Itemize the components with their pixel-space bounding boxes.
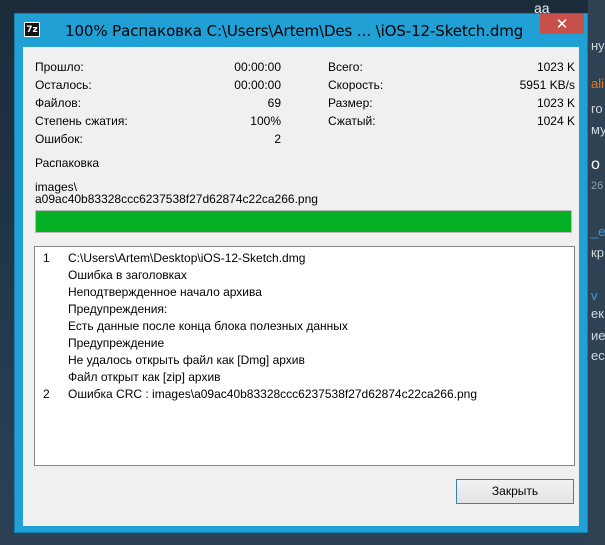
list-item[interactable]: Неподтвержденное начало архива (35, 285, 574, 299)
list-item[interactable]: 2 Ошибка CRC : images\a09ac40b83328ccc62… (35, 387, 574, 401)
stat-errors-label: Ошибок: (35, 132, 83, 146)
stat-total-value: 1023 K (536, 60, 575, 74)
background-fragment: _e (591, 224, 605, 239)
log-item-text: Есть данные после конца блока полезных д… (68, 319, 348, 333)
progress-fill (36, 211, 571, 232)
stat-total-label: Всего: (328, 60, 363, 74)
log-item-text: Ошибка в заголовках (68, 268, 187, 282)
stat-packed-value: 1024 K (536, 114, 575, 128)
background-fragment: му (591, 122, 605, 137)
operation-label: Распаковка (35, 156, 100, 170)
background-fragment: 26 (591, 180, 604, 192)
log-item-text: Предупреждение (68, 336, 165, 350)
close-button[interactable]: Закрыть (456, 479, 574, 504)
background-fragment: o (591, 156, 600, 173)
log-item-text: Ошибка CRC : images\a09ac40b83328ccc6237… (68, 387, 478, 401)
stat-files-value: 69 (267, 96, 281, 110)
background-fragment: ие (591, 328, 605, 343)
background-fragment: ест (591, 348, 605, 363)
message-log-list[interactable]: 1 C:\Users\Artem\Desktop\iOS-12-Sketch.d… (34, 246, 575, 466)
list-item[interactable]: Ошибка в заголовках (35, 268, 574, 282)
background-fragment: ali (591, 76, 605, 91)
7zip-app-icon[interactable]: 7z (24, 22, 40, 37)
stat-elapsed-value: 00:00:00 (234, 60, 281, 74)
dialog-client-area: Прошло: 00:00:00 Осталось: 00:00:00 Файл… (23, 47, 579, 526)
title-bar[interactable]: 7z 100% Распаковка C:\Users\Artem\Des ..… (15, 14, 587, 47)
stat-remaining-label: Осталось: (35, 78, 92, 92)
background-fragment: ro (591, 101, 603, 116)
list-item[interactable]: Предупреждение (35, 336, 574, 350)
log-item-text: C:\Users\Artem\Desktop\iOS-12-Sketch.dmg (68, 251, 306, 265)
extraction-dialog: 7z 100% Распаковка C:\Users\Artem\Des ..… (14, 13, 588, 533)
stat-packed-label: Сжатый: (328, 114, 376, 128)
log-item-number: 1 (43, 251, 50, 265)
stat-remaining-value: 00:00:00 (234, 78, 281, 92)
log-item-text: Не удалось открыть файл как [Dmg] архив (68, 353, 305, 367)
close-icon: ✕ (555, 15, 569, 33)
window-title: 100% Распаковка C:\Users\Artem\Des ... \… (65, 22, 524, 40)
log-item-text: Неподтвержденное начало архива (68, 285, 262, 299)
background-fragment: ну (591, 38, 605, 53)
stat-size-value: 1023 K (536, 96, 575, 110)
stat-size-label: Размер: (328, 96, 373, 110)
list-item[interactable]: Есть данные после конца блока полезных д… (35, 319, 574, 333)
log-item-text: Файл открыт как [zip] архив (68, 370, 221, 384)
log-item-text: Предупреждения: (68, 302, 168, 316)
stat-speed-value: 5951 KB/s (519, 78, 575, 92)
background-fragment: v (591, 288, 598, 303)
list-item[interactable]: Не удалось открыть файл как [Dmg] архив (35, 353, 574, 367)
stat-errors-value: 2 (274, 132, 281, 146)
window-close-button[interactable]: ✕ (540, 14, 584, 34)
extraction-progress-bar (35, 210, 572, 233)
current-file-name: a09ac40b83328ccc6237538f27d62874c22ca266… (35, 192, 318, 206)
log-item-number: 2 (43, 387, 50, 401)
list-item[interactable]: Предупреждения: (35, 302, 574, 316)
background-fragment: ек (591, 306, 604, 321)
stat-elapsed-label: Прошло: (35, 60, 84, 74)
stat-ratio-label: Степень сжатия: (35, 114, 128, 128)
list-item[interactable]: 1 C:\Users\Artem\Desktop\iOS-12-Sketch.d… (35, 251, 574, 265)
stat-speed-label: Скорость: (328, 78, 384, 92)
background-fragment: кр (591, 245, 604, 260)
list-item[interactable]: Файл открыт как [zip] архив (35, 370, 574, 384)
stat-files-label: Файлов: (35, 96, 82, 110)
stat-ratio-value: 100% (250, 114, 281, 128)
